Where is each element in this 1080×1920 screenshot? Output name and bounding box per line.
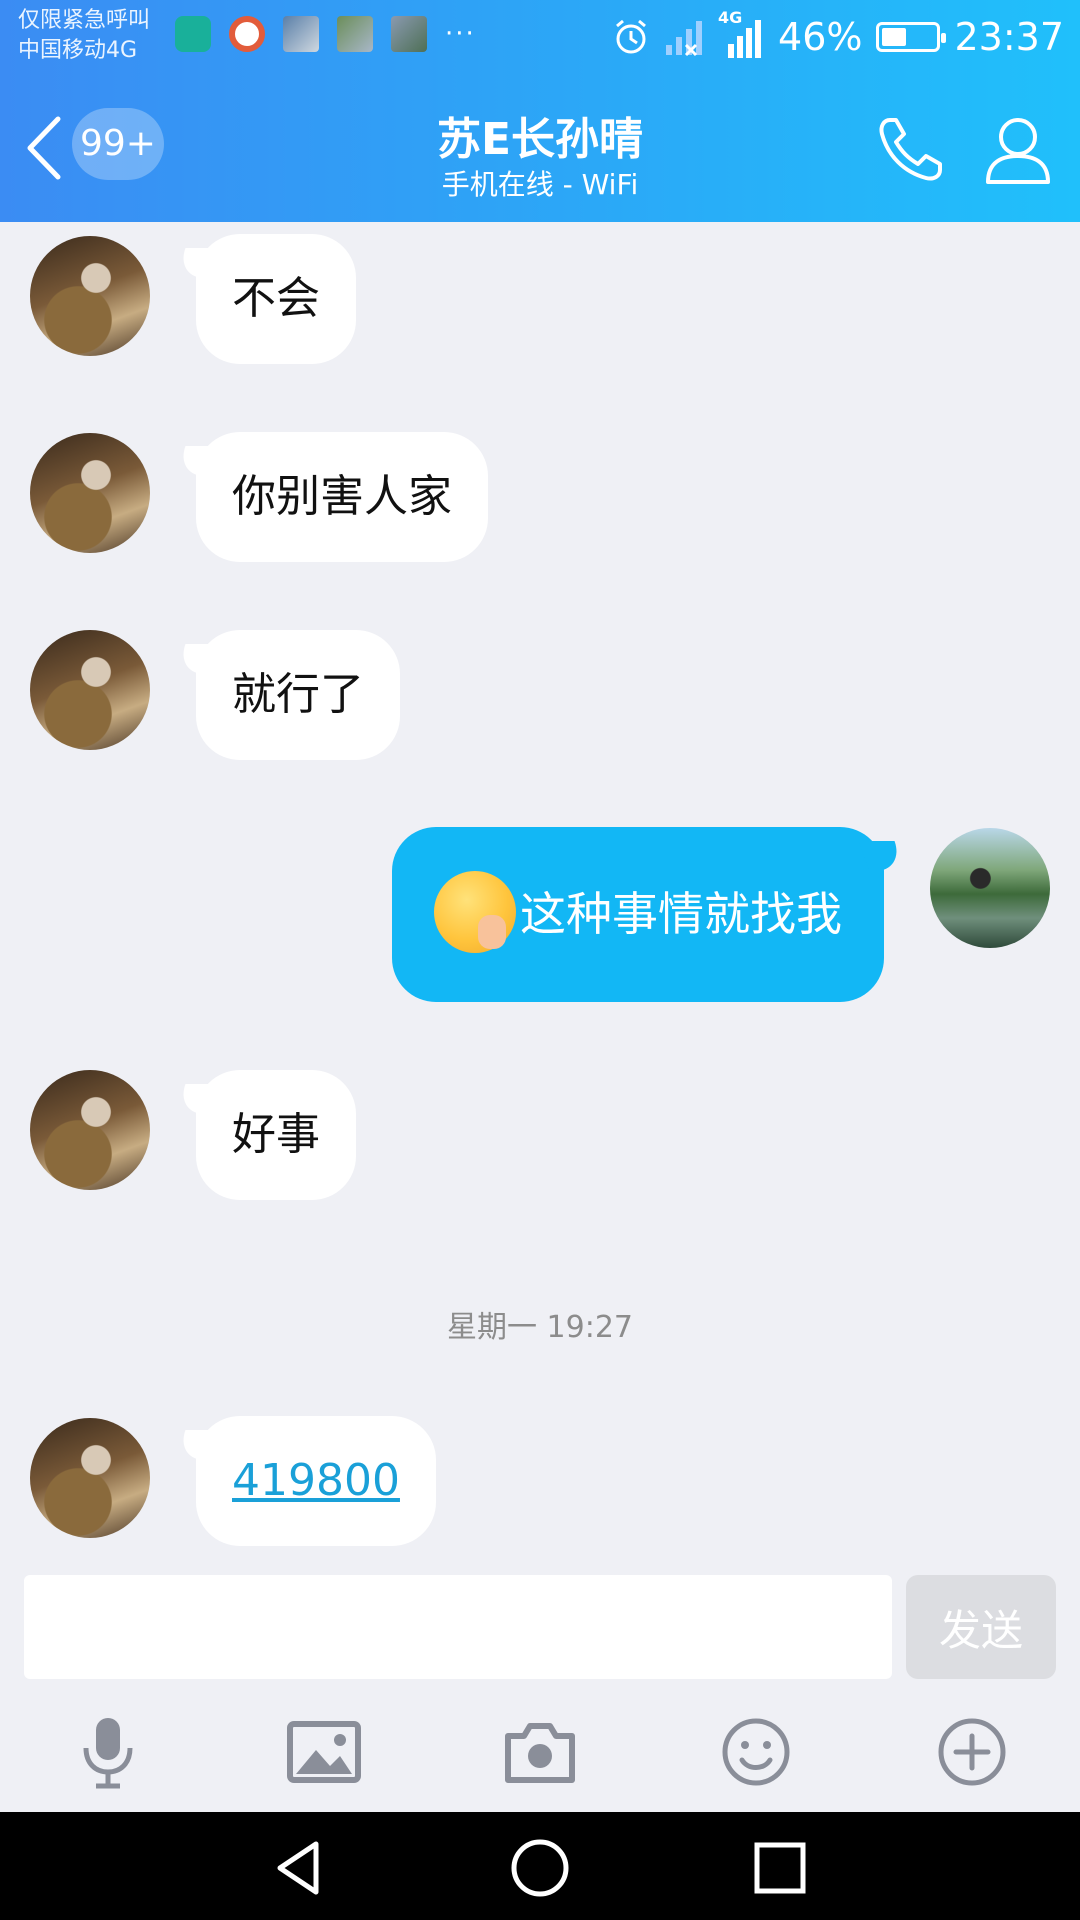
browser-app-icon [229,16,265,52]
message-input[interactable] [24,1575,892,1679]
my-message-bubble[interactable]: 这种事情就找我 [392,827,884,1002]
number-link[interactable]: 419800 [232,1455,400,1506]
send-button[interactable]: 发送 [906,1575,1056,1679]
chat-title-bar: 99+ 苏E长孙晴 手机在线 - WiFi [0,75,1080,222]
smirk-emoji-icon [434,870,516,953]
camera-icon[interactable] [500,1712,580,1792]
notification-icons: ··· [175,16,476,52]
system-indicators: 4G 46% 23:37 [612,8,1064,66]
clock: 23:37 [954,15,1064,59]
photo-notification-icon [283,16,319,52]
input-area: 发送 [0,1572,1080,1812]
message-timestamp: 星期一 19:27 [447,1310,633,1345]
carrier-line-2: 中国移动4G [18,38,138,63]
message-bubble[interactable]: 好事 [196,1070,356,1200]
status-bar: 仅限紧急呼叫 中国移动4G ··· 4G 46% 23:37 [0,0,1080,75]
signal-4g-icon: 4G [718,8,764,60]
sim-no-signal-icon [666,21,703,57]
system-navigation-bar [0,1812,1080,1920]
friend-avatar[interactable] [30,236,150,356]
friend-avatar[interactable] [30,630,150,750]
emoji-icon[interactable] [716,1712,796,1792]
profile-icon[interactable] [978,110,1058,190]
carrier-info: 仅限紧急呼叫 中国移动4G [18,6,150,66]
message-bubble[interactable]: 就行了 [196,630,400,760]
health-app-icon [175,16,211,52]
message-list[interactable]: 不会 你别害人家 就行了 这种事情就找我 好事 星期一 19:27 419800 [0,222,1080,1572]
message-text: 这种事情就找我 [520,887,842,941]
more-notifications-icon: ··· [445,19,476,49]
battery-level [882,28,907,46]
input-toolbar [0,1712,1080,1812]
friend-avatar[interactable] [30,1418,150,1538]
message-bubble[interactable]: 不会 [196,234,356,364]
battery-icon [876,22,947,52]
app-header: 仅限紧急呼叫 中国移动4G ··· 4G 46% 23:37 99+ 苏E长孙晴… [0,0,1080,222]
image-icon[interactable] [284,1712,364,1792]
battery-percent: 46% [778,15,863,59]
my-avatar[interactable] [930,828,1050,948]
plus-icon[interactable] [932,1712,1012,1792]
nav-home-icon[interactable] [508,1836,572,1900]
nav-recents-icon[interactable] [748,1836,812,1900]
message-bubble[interactable]: 你别害人家 [196,432,488,562]
microphone-icon[interactable] [68,1712,148,1792]
alarm-icon [616,19,646,54]
friend-avatar[interactable] [30,433,150,553]
photo-notification-icon [391,16,427,52]
message-bubble[interactable]: 419800 [196,1416,436,1546]
nav-back-icon[interactable] [268,1836,332,1900]
friend-avatar[interactable] [30,1070,150,1190]
carrier-line-1: 仅限紧急呼叫 [18,8,151,33]
photo-notification-icon [337,16,373,52]
phone-call-icon[interactable] [870,110,950,190]
